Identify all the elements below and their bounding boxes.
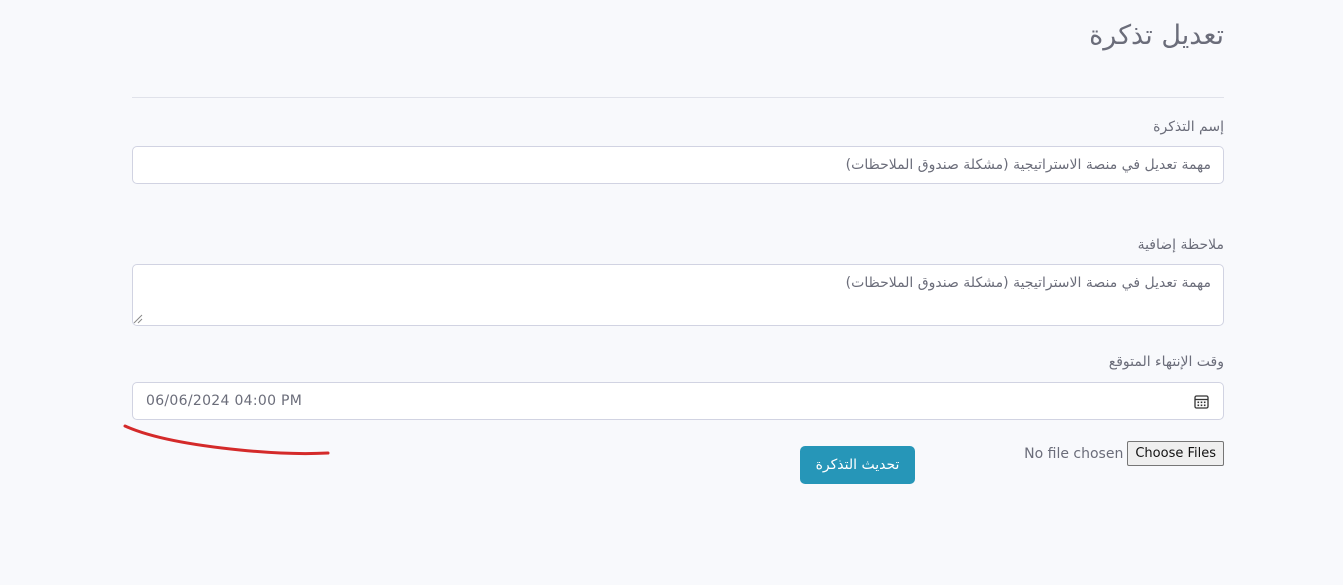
deadline-value[interactable]: 06/06/2024 04:00 PM [146, 393, 302, 409]
textarea-resize-handle[interactable] [133, 314, 143, 324]
update-ticket-button[interactable]: تحديث التذكرة [800, 446, 915, 484]
choose-files-button[interactable]: Choose Files [1127, 441, 1224, 466]
calendar-icon[interactable] [1194, 394, 1209, 409]
page-title: تعديل تذكرة [1089, 20, 1224, 51]
deadline-label: وقت الإنتهاء المتوقع [1108, 354, 1224, 370]
file-status-text: No file chosen [1024, 445, 1124, 462]
deadline-datetime-input[interactable]: 06/06/2024 04:00 PM [132, 382, 1224, 420]
additional-note-label: ملاحظة إضافية [1137, 237, 1224, 253]
red-underline-annotation [123, 424, 330, 456]
ticket-name-input[interactable] [132, 146, 1224, 184]
additional-note-textarea[interactable]: مهمة تعديل في منصة الاستراتيجية (مشكلة ص… [132, 264, 1224, 326]
file-upload-group: No file chosen Choose Files [1024, 441, 1224, 466]
ticket-name-label: إسم التذكرة [1153, 119, 1224, 135]
header-divider [132, 97, 1224, 98]
